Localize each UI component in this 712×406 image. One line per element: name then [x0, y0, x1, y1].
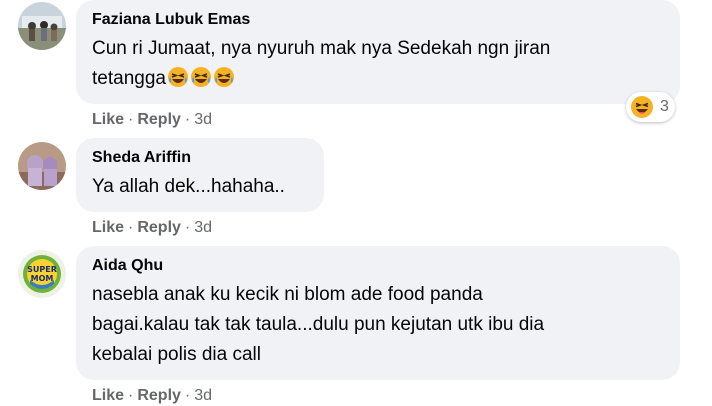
profile-photo-icon	[18, 2, 66, 50]
comment-text-line: nasebla anak ku kecik ni blom ade food p…	[92, 284, 483, 305]
comment-text: Cun ri Jumaat, nya nyuruh mak nya Sedeka…	[92, 34, 664, 94]
timestamp[interactable]: 3d	[194, 387, 212, 404]
separator: ·	[128, 219, 134, 236]
reaction-summary[interactable]: 3	[626, 92, 675, 122]
profile-photo-icon	[18, 142, 66, 190]
comment-bubble: Aida Qhu nasebla anak ku kecik ni blom a…	[76, 246, 680, 380]
separator: ·	[184, 111, 191, 128]
timestamp[interactable]: 3d	[194, 111, 212, 128]
comment-actions: Like · Reply · 3d	[92, 218, 212, 238]
laughing-tears-emoji-icon	[167, 67, 188, 87]
like-link[interactable]: Like	[92, 111, 124, 128]
separator: ·	[128, 387, 134, 404]
comment-text-line: Ya allah dek...hahaha..	[92, 176, 285, 197]
reply-link[interactable]: Reply	[137, 219, 181, 236]
separator: ·	[184, 219, 191, 236]
reaction-count: 3	[660, 98, 669, 115]
comment-text: nasebla anak ku kecik ni blom ade food p…	[92, 280, 664, 370]
avatar[interactable]: SUPER MOM	[18, 250, 66, 298]
avatar[interactable]	[18, 2, 66, 50]
comment-bubble: Faziana Lubuk Emas Cun ri Jumaat, nya ny…	[76, 0, 680, 104]
comment-text-line: kebalai polis dia call	[92, 344, 261, 365]
laughing-tears-emoji-icon	[190, 67, 211, 87]
like-link[interactable]: Like	[92, 219, 124, 236]
laughing-tears-emoji-icon	[213, 67, 234, 87]
like-link[interactable]: Like	[92, 387, 124, 404]
comment-text-line: tetangga	[92, 68, 166, 89]
comment-author[interactable]: Sheda Ariffin	[92, 148, 308, 168]
comment-text: Ya allah dek...hahaha..	[92, 172, 308, 202]
comment-text-line: Cun ri Jumaat, nya nyuruh mak nya Sedeka…	[92, 38, 551, 59]
separator: ·	[184, 387, 191, 404]
avatar[interactable]	[18, 142, 66, 190]
comment-author[interactable]: Faziana Lubuk Emas	[92, 10, 664, 30]
comment-actions: Like · Reply · 3d	[92, 110, 212, 130]
timestamp[interactable]: 3d	[194, 219, 212, 236]
comment-actions: Like · Reply · 3d	[92, 386, 212, 406]
comment-bubble: Sheda Ariffin Ya allah dek...hahaha..	[76, 138, 324, 212]
reply-link[interactable]: Reply	[137, 111, 181, 128]
haha-reaction-icon	[631, 96, 653, 118]
avatar-label: SUPER MOM	[27, 265, 57, 283]
reply-link[interactable]: Reply	[137, 387, 181, 404]
separator: ·	[128, 111, 134, 128]
comment-author[interactable]: Aida Qhu	[92, 256, 664, 276]
comment-text-line: bagai.kalau tak tak taula...dulu pun kej…	[92, 314, 545, 335]
